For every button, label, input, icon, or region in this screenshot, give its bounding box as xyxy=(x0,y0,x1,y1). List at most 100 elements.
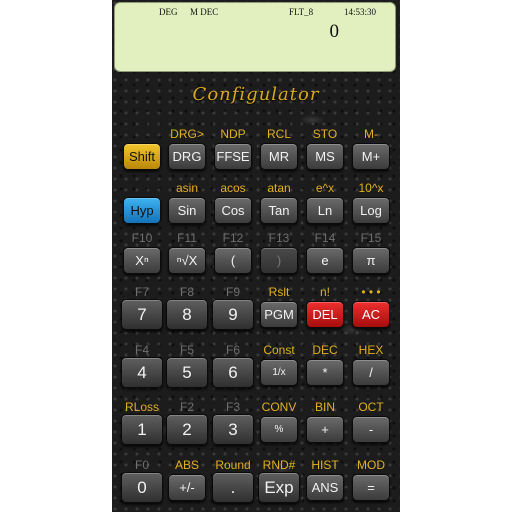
key-cell-e: F14 e xyxy=(302,231,348,274)
memory-mode-indicator: M DEC xyxy=(190,7,219,17)
key-cell-hyp: Hyp xyxy=(119,181,165,224)
key-cell-7: F7 7 xyxy=(119,285,165,330)
key-pi-button[interactable]: π xyxy=(352,247,390,274)
shift-label: F8 xyxy=(179,285,194,299)
key-cell-ms: STO MS xyxy=(302,127,348,170)
key-nth-root-x-button[interactable]: ⁿ√X xyxy=(168,247,206,274)
key-ac-button[interactable]: AC xyxy=(352,301,390,328)
shift-label: M- xyxy=(364,127,378,141)
lcd-display: DEG M DEC FLT_8 14:53:30 0 xyxy=(114,2,396,72)
key-cos-button[interactable]: Cos xyxy=(214,197,252,224)
key-shift-button[interactable]: Shift xyxy=(123,143,161,170)
key-x-power-n-button[interactable]: Xⁿ xyxy=(123,247,161,274)
key-ans-button[interactable]: ANS xyxy=(306,474,344,501)
shift-label: HEX xyxy=(358,343,384,357)
key-mr-button[interactable]: MR xyxy=(260,143,298,170)
key-divide-button[interactable]: / xyxy=(352,359,390,386)
key-ffse-button[interactable]: FFSE xyxy=(214,143,252,170)
key-cell-0: F0 0 xyxy=(119,458,165,503)
key-multiply-button[interactable]: * xyxy=(306,359,344,386)
shift-label: ABS xyxy=(174,458,199,472)
key-1-button[interactable]: 1 xyxy=(121,414,163,445)
shift-label: F13 xyxy=(268,231,290,245)
key-0-button[interactable]: 0 xyxy=(121,472,163,503)
key-cell-plus-minus: ABS +/- xyxy=(164,458,210,501)
key-ms-button[interactable]: MS xyxy=(306,143,344,170)
key-close-paren-button[interactable]: ) xyxy=(260,247,298,274)
shift-label: n! xyxy=(319,285,330,299)
key-exp-button[interactable]: Exp xyxy=(258,472,300,503)
shift-label: F6 xyxy=(225,343,240,357)
key-plus-button[interactable]: + xyxy=(306,416,344,443)
key-7-button[interactable]: 7 xyxy=(121,299,163,330)
key-5-button[interactable]: 5 xyxy=(166,357,208,388)
key-cell-plus: BIN + xyxy=(302,400,348,443)
key-e-button[interactable]: e xyxy=(306,247,344,274)
key-cell-exp: RND# Exp xyxy=(256,458,302,503)
shift-label: F11 xyxy=(177,231,197,245)
shift-label: Const xyxy=(263,343,295,357)
key-cell-tan: atan Tan xyxy=(256,181,302,224)
key-cell-shift: Shift xyxy=(119,127,165,170)
key-cell-pi: F15 π xyxy=(348,231,394,274)
key-plus-minus-button[interactable]: +/- xyxy=(168,474,206,501)
key-cell-mr: RCL MR xyxy=(256,127,302,170)
shift-label: • • • xyxy=(361,285,381,299)
key-cell-2: F2 2 xyxy=(164,400,210,445)
key-cell-log: 10^x Log xyxy=(348,181,394,224)
key-cell-1: RLoss 1 xyxy=(119,400,165,445)
key-cell-5: F5 5 xyxy=(164,343,210,388)
key-cell-drg: DRG> DRG xyxy=(164,127,210,170)
key-drg-button[interactable]: DRG xyxy=(168,143,206,170)
shift-label: F10 xyxy=(131,231,153,245)
key-cell-minus: OCT - xyxy=(348,400,394,443)
key-tan-button[interactable]: Tan xyxy=(260,197,298,224)
key-dot-button[interactable]: . xyxy=(212,472,254,503)
calculator-app: DEG M DEC FLT_8 14:53:30 0 Configulator … xyxy=(112,0,400,512)
shift-label: acos xyxy=(220,181,246,195)
shift-label: F12 xyxy=(222,231,244,245)
clock-time: 14:53:30 xyxy=(344,7,377,17)
key-6-button[interactable]: 6 xyxy=(212,357,254,388)
key-open-paren-button[interactable]: ( xyxy=(214,247,252,274)
key-cell-del: n! DEL xyxy=(302,285,348,328)
key-m-button[interactable]: M+ xyxy=(352,143,390,170)
key-2-button[interactable]: 2 xyxy=(166,414,208,445)
shift-label: RCL xyxy=(266,127,291,141)
key-9-button[interactable]: 9 xyxy=(212,299,254,330)
key-3-button[interactable]: 3 xyxy=(212,414,254,445)
key-reciprocal-button[interactable]: 1/x xyxy=(260,359,298,386)
key-ln-button[interactable]: Ln xyxy=(306,197,344,224)
key-cell-3: F3 3 xyxy=(210,400,256,445)
key-hyp-button[interactable]: Hyp xyxy=(123,197,161,224)
key-minus-button[interactable]: - xyxy=(352,416,390,443)
key-8-button[interactable]: 8 xyxy=(166,299,208,330)
key-cell-multiply: DEC * xyxy=(302,343,348,386)
display-value: 0 xyxy=(329,21,340,42)
key-cell-percent: CONV% xyxy=(256,400,302,443)
key-cell-ac: • • • AC xyxy=(348,285,394,328)
key-equals-button[interactable]: = xyxy=(352,474,390,501)
shift-label: MOD xyxy=(357,458,385,472)
shift-label: F3 xyxy=(225,400,240,414)
shift-label: OCT xyxy=(358,400,384,414)
key-del-button[interactable]: DEL xyxy=(306,301,344,328)
key-sin-button[interactable]: Sin xyxy=(168,197,206,224)
key-4-button[interactable]: 4 xyxy=(121,357,163,388)
key-cell-dot: Round. xyxy=(210,458,256,503)
shift-label: e^x xyxy=(315,181,335,195)
key-cell-9: F9 9 xyxy=(210,285,256,330)
key-cell-4: F4 4 xyxy=(119,343,165,388)
shift-label: Round xyxy=(215,458,251,472)
shift-label: F0 xyxy=(134,458,149,472)
key-log-button[interactable]: Log xyxy=(352,197,390,224)
shift-label: atan xyxy=(267,181,291,195)
shift-label: F7 xyxy=(134,285,149,299)
key-pgm-button[interactable]: PGM xyxy=(260,301,298,328)
key-cell-8: F8 8 xyxy=(164,285,210,330)
key-percent-button[interactable]: % xyxy=(260,416,298,443)
shift-label: NDP xyxy=(220,127,246,141)
shift-label: F2 xyxy=(179,400,194,414)
key-cell-divide: HEX / xyxy=(348,343,394,386)
shift-label: F14 xyxy=(314,231,336,245)
